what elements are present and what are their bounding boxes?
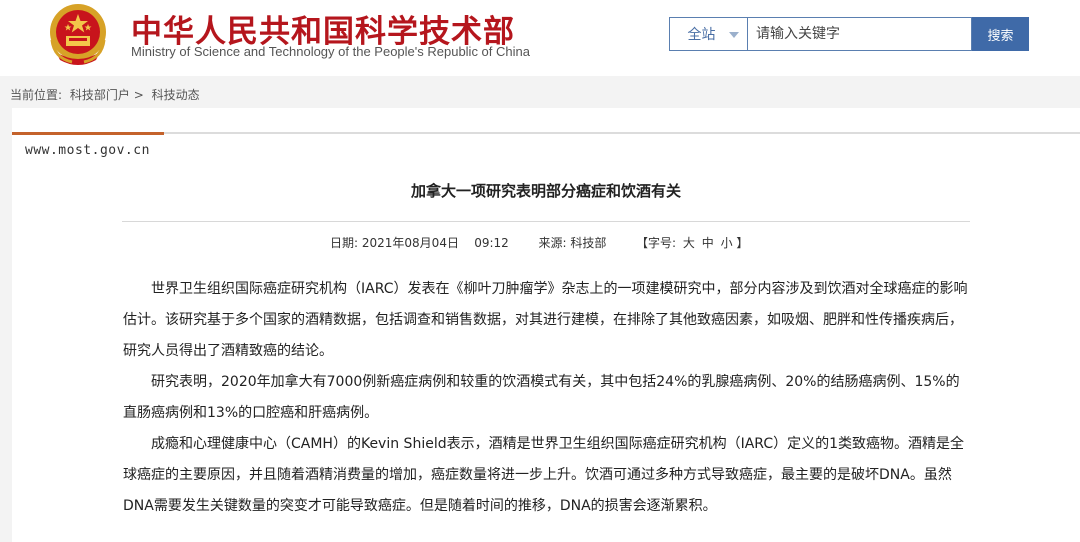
site-header: 中华人民共和国科学技术部 Ministry of Science and Tec… <box>0 0 1080 76</box>
date-label: 日期: <box>330 236 359 250</box>
national-emblem-icon[interactable] <box>42 0 114 70</box>
site-subtitle: Ministry of Science and Technology of th… <box>131 44 530 59</box>
search-scope-label: 全站 <box>687 27 716 43</box>
breadcrumb-prefix: 当前位置: <box>10 88 63 102</box>
breadcrumb-item-portal[interactable]: 科技部门户 <box>70 88 130 102</box>
article-meta: 日期: 2021年08月04日 09:12 来源: 科技部 【字号: 大 中 小… <box>330 234 748 251</box>
panel-accent-bar <box>12 132 164 135</box>
font-size-label: 【字号: <box>636 236 677 250</box>
article-paragraph: 研究表明，2020年加拿大有7000例新癌症病例和较重的饮酒模式有关，其中包括2… <box>123 374 960 421</box>
font-size-small[interactable]: 小 <box>721 236 733 250</box>
chevron-down-icon <box>729 32 739 38</box>
article-body: 世界卫生组织国际癌症研究机构（IARC）发表在《柳叶刀肿瘤学》杂志上的一项建模研… <box>123 274 973 522</box>
article-title: 加拿大一项研究表明部分癌症和饮酒有关 <box>410 182 681 200</box>
panel-divider <box>12 132 1080 135</box>
title-divider <box>122 221 970 222</box>
font-size-large[interactable]: 大 <box>683 236 695 250</box>
search-scope-select[interactable]: 全站 <box>669 17 747 51</box>
source-label: 来源: <box>538 236 567 250</box>
date-value: 2021年08月04日 09:12 <box>361 236 509 250</box>
article-panel: www.most.gov.cn 加拿大一项研究表明部分癌症和饮酒有关 日期: 2… <box>12 108 1080 542</box>
breadcrumb: 当前位置: 科技部门户 > 科技动态 <box>10 86 200 103</box>
breadcrumb-separator: > <box>133 88 144 102</box>
search-box: 全站 搜索 <box>669 17 1029 51</box>
font-size-close: 】 <box>736 236 749 250</box>
font-size-medium[interactable]: 中 <box>702 236 714 250</box>
source-value: 科技部 <box>570 236 607 250</box>
search-input[interactable] <box>747 17 972 51</box>
article-paragraph: 世界卫生组织国际癌症研究机构（IARC）发表在《柳叶刀肿瘤学》杂志上的一项建模研… <box>123 281 968 359</box>
article-paragraph: 成瘾和心理健康中心（CAMH）的Kevin Shield表示，酒精是世界卫生组织… <box>123 436 965 514</box>
site-domain: www.most.gov.cn <box>25 143 150 158</box>
breadcrumb-item-news[interactable]: 科技动态 <box>152 88 200 102</box>
search-button[interactable]: 搜索 <box>972 17 1029 51</box>
